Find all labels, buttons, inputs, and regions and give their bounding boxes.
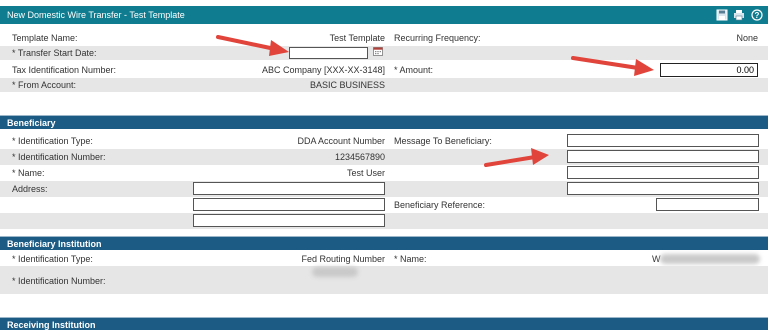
- tin-label: Tax Identification Number:: [12, 65, 117, 75]
- beneficiary-id-type-value: DDA Account Number: [297, 136, 385, 146]
- beneficiary-id-number-value: 1234567890: [334, 152, 385, 162]
- beneficiary-id-type-label: * Identification Type:: [12, 136, 93, 146]
- message-line-2-input[interactable]: [567, 150, 759, 163]
- amount-input[interactable]: [660, 63, 758, 77]
- recurring-frequency-label: Recurring Frequency:: [394, 33, 481, 43]
- template-name-row: Template Name: Test Template Recurring F…: [0, 32, 768, 44]
- beneficiary-row-6: [0, 213, 768, 229]
- beneficiary-name-label: * Name:: [12, 168, 45, 178]
- annotation-arrow-message: [484, 148, 549, 167]
- institution-id-type-value: Fed Routing Number: [301, 254, 385, 264]
- beneficiary-reference-input[interactable]: [656, 198, 759, 211]
- beneficiary-row-1: * Identification Type: DDA Account Numbe…: [0, 133, 768, 149]
- message-to-beneficiary-label: Message To Beneficiary:: [394, 136, 492, 146]
- beneficiary-address-label: Address:: [12, 184, 48, 194]
- help-icon[interactable]: ?: [751, 9, 763, 21]
- institution-name-label: * Name:: [394, 254, 427, 264]
- redacted-routing-number: [312, 267, 358, 277]
- beneficiary-row-3: * Name: Test User: [0, 165, 768, 181]
- beneficiary-row-5: Beneficiary Reference:: [0, 197, 768, 213]
- annotation-arrow-start-date: [216, 35, 289, 56]
- save-icon[interactable]: [716, 9, 728, 21]
- message-line-1-input[interactable]: [567, 134, 759, 147]
- beneficiary-id-number-label: * Identification Number:: [12, 152, 106, 162]
- beneficiary-name-value: Test User: [346, 168, 385, 178]
- message-line-3-input[interactable]: [567, 166, 759, 179]
- start-date-label: * Transfer Start Date:: [12, 48, 97, 58]
- start-date-input[interactable]: [289, 47, 368, 59]
- address-line-2-input[interactable]: [193, 198, 385, 211]
- beneficiary-reference-label: Beneficiary Reference:: [394, 200, 486, 210]
- beneficiary-section-header: Beneficiary: [0, 115, 768, 129]
- beneficiary-institution-section-header: Beneficiary Institution: [0, 236, 768, 250]
- print-icon[interactable]: [733, 9, 745, 21]
- template-name-label: Template Name:: [12, 33, 78, 43]
- from-account-row: * From Account: BASIC BUSINESS: [0, 78, 768, 92]
- institution-id-number-label: * Identification Number:: [12, 276, 106, 286]
- svg-text:?: ?: [755, 11, 760, 20]
- amount-label: * Amount:: [394, 65, 434, 75]
- institution-id-type-label: * Identification Type:: [12, 254, 93, 264]
- beneficiary-institution-row-1: * Identification Type: Fed Routing Numbe…: [0, 252, 768, 266]
- from-account-label: * From Account:: [12, 80, 77, 90]
- receiving-institution-section-header: Receiving Institution: [0, 317, 768, 330]
- beneficiary-section-title: Beneficiary: [7, 118, 56, 128]
- address-line-1-input[interactable]: [193, 182, 385, 195]
- message-line-4-input[interactable]: [567, 182, 759, 195]
- address-line-3-input[interactable]: [193, 214, 385, 227]
- beneficiary-institution-row-2: * Identification Number:: [0, 266, 768, 294]
- window-title-bar: New Domestic Wire Transfer - Test Templa…: [0, 6, 768, 24]
- calendar-icon[interactable]: [373, 46, 383, 56]
- template-name-value: Test Template: [329, 33, 385, 43]
- beneficiary-row-4: Address:: [0, 181, 768, 197]
- window-title: New Domestic Wire Transfer - Test Templa…: [7, 10, 185, 20]
- beneficiary-institution-section-title: Beneficiary Institution: [7, 239, 102, 249]
- recurring-frequency-value: None: [736, 33, 758, 43]
- redacted-institution-name: [660, 254, 760, 264]
- beneficiary-row-2: * Identification Number: 1234567890: [0, 149, 768, 165]
- tin-value: ABC Company [XXX-XX-3148]: [261, 65, 385, 75]
- from-account-value: BASIC BUSINESS: [309, 80, 385, 90]
- annotation-arrow-amount: [571, 56, 654, 76]
